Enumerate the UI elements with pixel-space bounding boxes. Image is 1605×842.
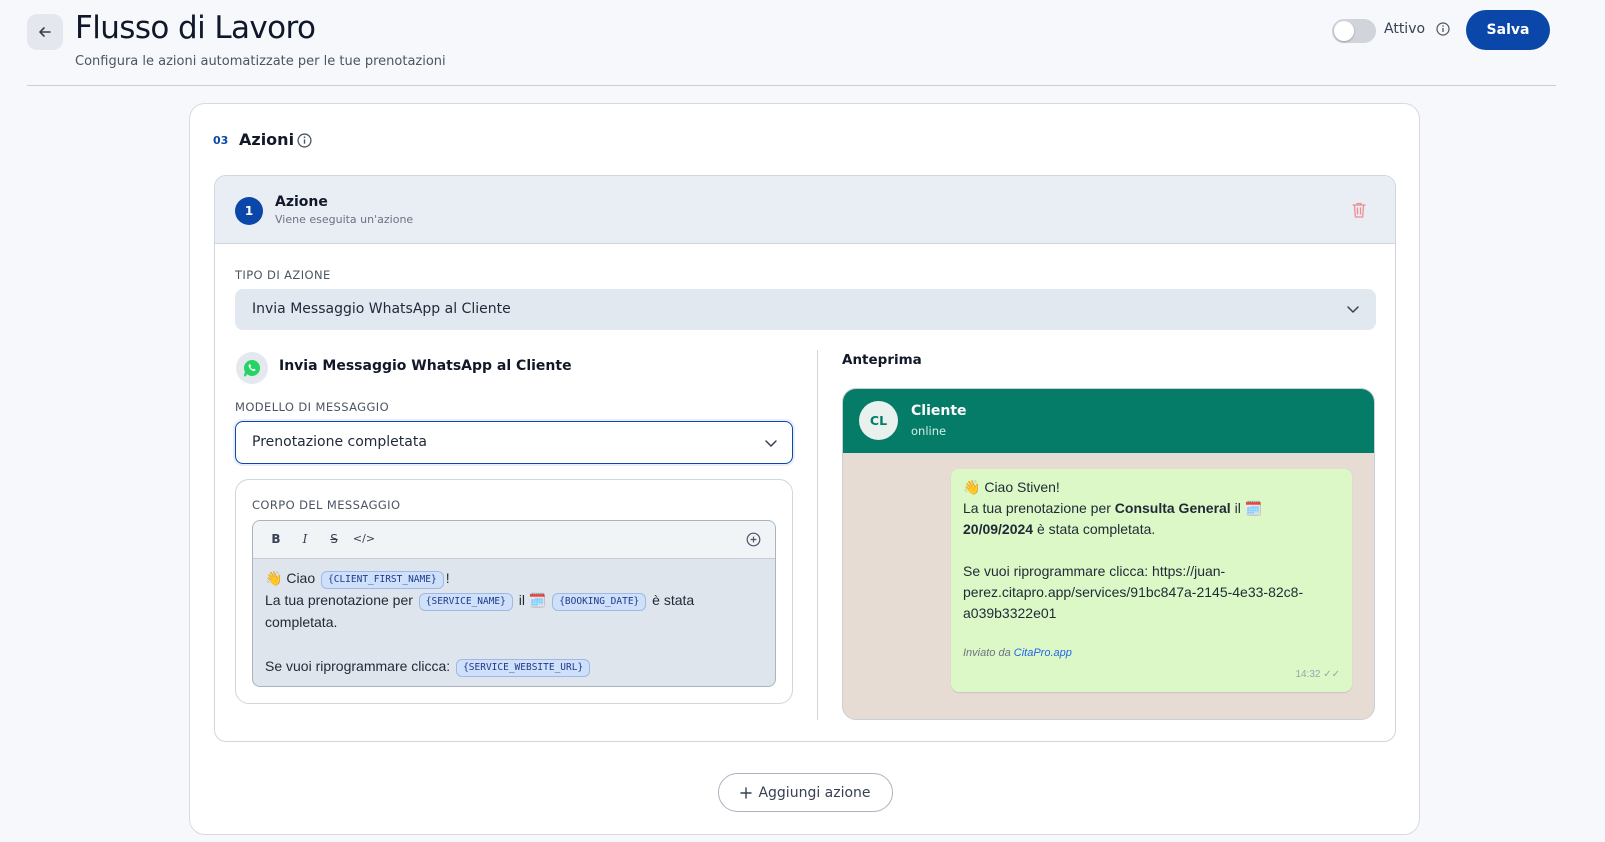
contact-status: online	[911, 424, 947, 438]
info-icon[interactable]	[297, 133, 312, 148]
editor-text: Ciao	[286, 570, 316, 586]
page-title: Flusso di Lavoro	[75, 10, 316, 46]
message-text-span: è stata completata.	[1036, 521, 1156, 537]
message-time: 14:32 ✓✓	[1295, 669, 1340, 680]
calendar-emoji: 🗓️	[1244, 500, 1263, 516]
action-subtitle: Viene eseguita un'azione	[275, 213, 414, 226]
chevron-down-icon	[1347, 306, 1359, 313]
active-toggle[interactable]	[1332, 19, 1376, 43]
editor-line-3: completata.	[265, 614, 338, 630]
contact-name: Cliente	[911, 403, 967, 419]
sent-by-link[interactable]: CitaPro.app	[1014, 647, 1072, 659]
variable-tag[interactable]: {BOOKING_DATE}	[552, 593, 647, 611]
add-action-button[interactable]: Aggiungi azione	[718, 773, 893, 812]
add-variable-icon[interactable]	[746, 532, 761, 547]
preview-label: Anteprima	[842, 352, 922, 368]
header-divider	[27, 85, 1556, 86]
whatsapp-icon	[236, 352, 268, 384]
wave-emoji: 👋	[963, 479, 981, 495]
action-header[interactable]: 1 Azione Viene eseguita un'azione	[215, 176, 1395, 244]
editor-text: La tua prenotazione per	[265, 592, 413, 608]
editor-line-2: La tua prenotazione per {SERVICE_NAME} i…	[265, 589, 765, 611]
plus-icon	[740, 786, 753, 799]
template-label: MODELLO DI MESSAGGIO	[235, 400, 390, 414]
wave-emoji: 👋	[265, 570, 283, 586]
trash-icon[interactable]	[1351, 201, 1367, 219]
arrow-left-icon	[39, 27, 51, 37]
italic-button[interactable]: I	[296, 532, 314, 546]
editor-text: è stata	[652, 592, 695, 608]
chevron-down-icon	[765, 440, 777, 447]
editor-blank-line	[265, 633, 765, 655]
page-header: Flusso di Lavoro Configura le azioni aut…	[0, 0, 1605, 86]
message-line-1: 👋 Ciao Stiven!	[963, 477, 1343, 498]
section-title: Azioni	[239, 130, 295, 149]
action-type-label: TIPO DI AZIONE	[235, 268, 331, 282]
section-number: 03	[213, 134, 229, 147]
calendar-emoji: 🗓️	[528, 592, 547, 608]
column-divider	[817, 350, 818, 720]
message-text-span: il	[1234, 500, 1241, 516]
back-button[interactable]	[27, 14, 63, 50]
editor-content[interactable]: 👋 Ciao {CLIENT_FIRST_NAME}! La tua preno…	[265, 567, 765, 677]
message-text-span: La tua prenotazione per	[963, 500, 1111, 516]
page-subtitle: Configura le azioni automatizzate per le…	[75, 54, 446, 69]
toggle-knob	[1334, 21, 1354, 41]
chat-header: CL Cliente online	[843, 389, 1374, 453]
save-button[interactable]: Salva	[1466, 10, 1550, 50]
variable-tag[interactable]: {SERVICE_WEBSITE_URL}	[456, 659, 591, 677]
active-toggle-label: Attivo	[1384, 21, 1426, 37]
service-name: Consulta General	[1114, 500, 1231, 516]
whatsapp-preview: CL Cliente online 👋 Ciao Stiven! La tua …	[842, 388, 1375, 720]
action-type-select[interactable]: Invia Messaggio WhatsApp al Cliente	[235, 289, 1376, 330]
editor-text: il	[518, 592, 525, 608]
action-type-value: Invia Messaggio WhatsApp al Cliente	[252, 301, 511, 317]
add-action-label: Aggiungi azione	[758, 784, 871, 801]
step-badge: 1	[235, 197, 263, 225]
sent-by-text: Inviato da	[963, 647, 1011, 659]
editor-line-5: Se vuoi riprogrammare clicca: {SERVICE_W…	[265, 655, 765, 677]
greeting-text: Ciao Stiven!	[984, 479, 1060, 495]
editor-text: Se vuoi riprogrammare clicca:	[265, 658, 451, 674]
message-line-2: La tua prenotazione per Consulta General…	[963, 498, 1343, 540]
message-editor[interactable]: B I S </> 👋 Ciao {CLIENT_FIRST_NAME}! La…	[252, 520, 776, 687]
avatar: CL	[859, 401, 898, 440]
template-value: Prenotazione completata	[252, 434, 427, 450]
channel-title: Invia Messaggio WhatsApp al Cliente	[279, 358, 572, 374]
editor-text: !	[445, 570, 450, 586]
message-body-label: CORPO DEL MESSAGGIO	[252, 498, 401, 512]
action-title: Azione	[275, 194, 328, 210]
editor-line-1: 👋 Ciao {CLIENT_FIRST_NAME}!	[265, 567, 765, 589]
bold-button[interactable]: B	[267, 532, 285, 546]
info-icon[interactable]	[1436, 22, 1450, 36]
code-button[interactable]: </>	[352, 532, 376, 545]
reschedule-text: Se vuoi riprogrammare clicca: https://ju…	[963, 563, 1304, 621]
template-select[interactable]: Prenotazione completata	[235, 421, 793, 464]
message-text: 👋 Ciao Stiven! La tua prenotazione per C…	[963, 477, 1343, 624]
variable-tag[interactable]: {CLIENT_FIRST_NAME}	[321, 571, 444, 589]
booking-date: 20/09/2024	[963, 521, 1034, 537]
sent-by: Inviato da CitaPro.app	[963, 647, 1072, 659]
variable-tag[interactable]: {SERVICE_NAME}	[418, 593, 513, 611]
editor-toolbar: B I S </>	[253, 521, 775, 559]
message-bubble: 👋 Ciao Stiven! La tua prenotazione per C…	[951, 469, 1352, 692]
strikethrough-button[interactable]: S	[325, 532, 343, 546]
